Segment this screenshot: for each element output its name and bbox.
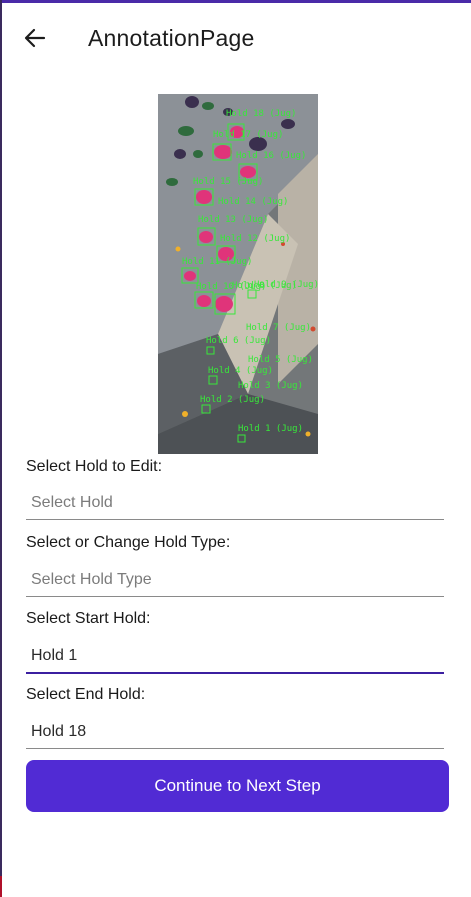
app-bar: AnnotationPage bbox=[0, 3, 471, 73]
hold-label: Hold 11 (Jug) bbox=[182, 257, 252, 267]
hold-type-label: Select or Change Hold Type: bbox=[26, 534, 231, 551]
hold-label: Hold 12 (Jug) bbox=[220, 234, 290, 244]
hold-label: Hold 16 (Jug) bbox=[236, 151, 306, 161]
hold-to-edit-picker[interactable]: Select Hold bbox=[26, 489, 444, 520]
window-left-edge bbox=[0, 0, 2, 897]
hold-label: Hold 8 (Jug) bbox=[232, 281, 297, 291]
hold-label: Hold 2 (Jug) bbox=[200, 395, 265, 405]
hold-type-placeholder: Select Hold Type bbox=[31, 571, 152, 588]
hold-label: Hold 14 (Jug) bbox=[218, 197, 288, 207]
hold-to-edit-placeholder: Select Hold bbox=[31, 494, 113, 511]
hold-label: Hold 5 (Jug) bbox=[248, 355, 313, 365]
page-title: AnnotationPage bbox=[88, 25, 255, 51]
start-hold-value: Hold 1 bbox=[31, 647, 78, 664]
hold-label: Hold 4 (Jug) bbox=[208, 366, 273, 376]
continue-button[interactable]: Continue to Next Step bbox=[26, 760, 449, 812]
hold-label: Hold 1 (Jug) bbox=[238, 424, 303, 434]
hold-label: Hold 3 (Jug) bbox=[238, 381, 303, 391]
hold-type-picker[interactable]: Select Hold Type bbox=[26, 566, 444, 597]
start-hold-label: Select Start Hold: bbox=[26, 610, 151, 627]
hold-label: Hold 6 (Jug) bbox=[206, 336, 271, 346]
hold-label: Hold 7 (Jug) bbox=[246, 323, 311, 333]
start-hold-picker[interactable]: Hold 1 bbox=[26, 642, 444, 674]
hold-label: Hold 15 (Jug) bbox=[193, 177, 263, 187]
hold-label: Hold 13 (Jug) bbox=[198, 215, 268, 225]
end-hold-label: Select End Hold: bbox=[26, 686, 146, 703]
climbing-wall-image: Hold 18 (Jug) Hold 17 (Jug) Hold 16 (Jug… bbox=[158, 94, 318, 454]
end-hold-value: Hold 18 bbox=[31, 723, 87, 740]
end-hold-picker[interactable]: Hold 18 bbox=[26, 718, 444, 749]
hold-to-edit-label: Select Hold to Edit: bbox=[26, 458, 163, 475]
window-bottom-left-edge bbox=[0, 876, 2, 897]
arrow-left-icon[interactable] bbox=[22, 25, 48, 51]
hold-label: Hold 18 (Jug) bbox=[226, 109, 296, 119]
hold-label: Hold 17 (Jug) bbox=[213, 130, 283, 140]
